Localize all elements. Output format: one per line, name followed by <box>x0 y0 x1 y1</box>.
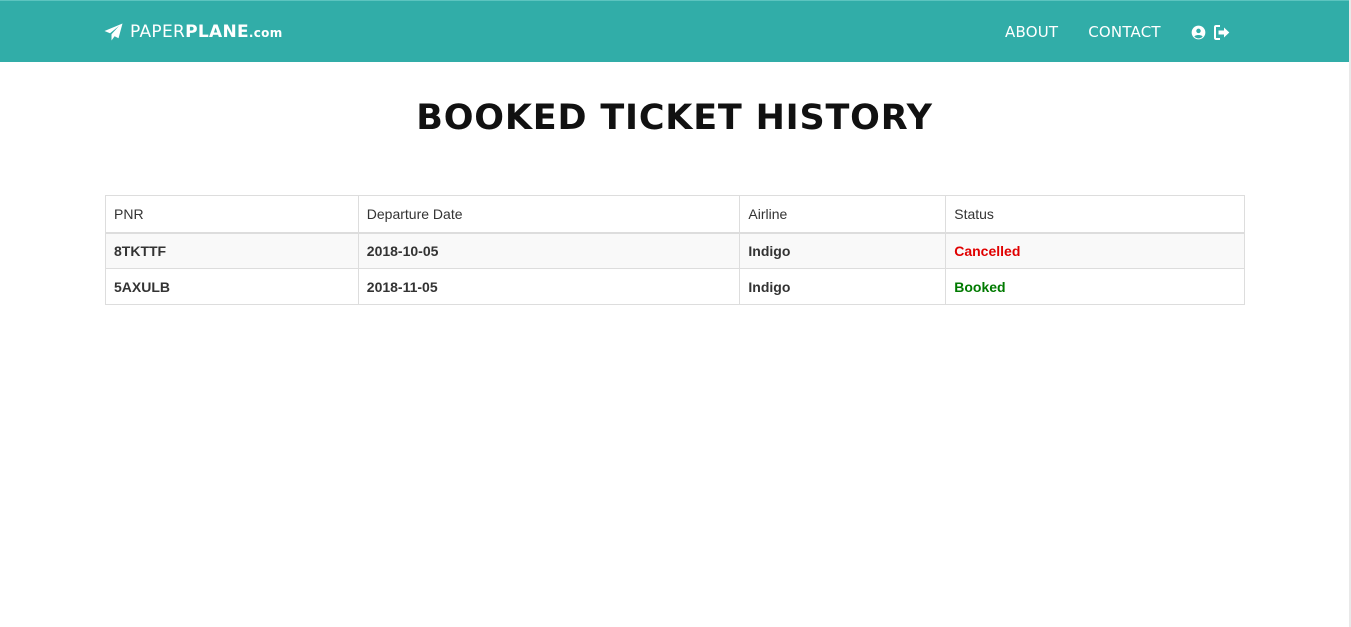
column-header-pnr: PNR <box>105 195 359 234</box>
brand-name: PAPERPLANE.com <box>130 22 283 42</box>
airline-cell: Indigo <box>739 268 947 305</box>
airline-cell: Indigo <box>739 232 947 269</box>
status-cell: Booked <box>945 268 1245 305</box>
top-navbar: PAPERPLANE.com ABOUT CONTACT <box>0 0 1349 62</box>
table-header-row: PNR Departure Date Airline Status <box>105 195 1245 234</box>
user-circle-icon[interactable] <box>1191 24 1207 40</box>
nav-menu: ABOUT CONTACT <box>990 1 1230 63</box>
column-header-airline: Airline <box>739 195 947 234</box>
pnr-cell: 5AXULB <box>105 268 359 305</box>
brand-suffix: .com <box>248 26 283 40</box>
nav-link-contact[interactable]: CONTACT <box>1073 1 1176 63</box>
column-header-departure-date: Departure Date <box>357 195 741 234</box>
brand-logo-link[interactable]: PAPERPLANE.com <box>104 21 283 43</box>
departure-date-cell: 2018-10-05 <box>357 232 741 269</box>
brand-main: PLANE <box>185 22 249 42</box>
table-row: 5AXULB 2018-11-05 Indigo Booked <box>105 268 1245 305</box>
brand-prefix: PAPER <box>130 22 186 42</box>
page-title: BOOKED TICKET HISTORY <box>416 98 933 138</box>
sign-out-icon[interactable] <box>1213 24 1230 40</box>
table-row: 8TKTTF 2018-10-05 Indigo Cancelled <box>105 232 1245 269</box>
paper-plane-icon <box>104 23 123 41</box>
status-cell: Cancelled <box>945 232 1245 269</box>
column-header-status: Status <box>945 195 1245 234</box>
departure-date-cell: 2018-11-05 <box>357 268 741 305</box>
nav-link-about[interactable]: ABOUT <box>990 1 1073 63</box>
pnr-cell: 8TKTTF <box>105 232 359 269</box>
ticket-history-table: PNR Departure Date Airline Status 8TKTTF… <box>105 195 1245 305</box>
